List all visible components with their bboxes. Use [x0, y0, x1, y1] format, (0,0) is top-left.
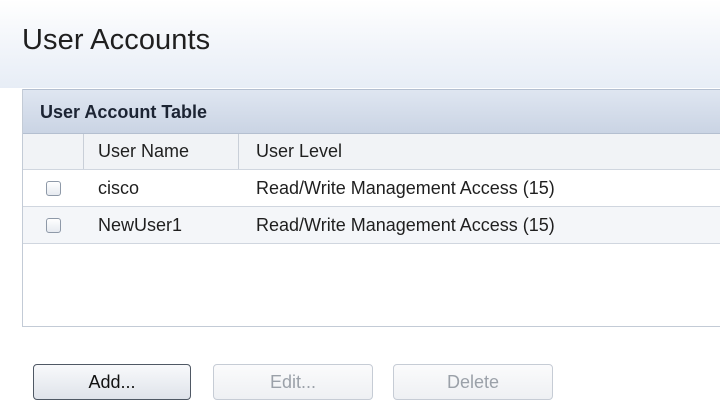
column-header-user-level[interactable]: User Level [256, 134, 342, 169]
user-account-table: User Name User Level cisco Read/Write Ma… [23, 134, 720, 244]
user-name-cell: NewUser1 [98, 214, 183, 235]
table-row[interactable]: NewUser1 Read/Write Management Access (1… [23, 207, 720, 244]
column-divider [83, 134, 84, 169]
table-title: User Account Table [40, 102, 208, 122]
row-select-cell [23, 170, 83, 206]
user-account-table-panel: User Account Table User Name User Level … [22, 89, 720, 400]
table-header-row: User Name User Level [23, 134, 720, 170]
table-toolbar: Add... Edit... Delete [23, 352, 720, 416]
table-row[interactable]: cisco Read/Write Management Access (15) [23, 170, 720, 207]
delete-button[interactable]: Delete [393, 364, 553, 400]
column-header-user-name[interactable]: User Name [98, 134, 189, 169]
column-divider [238, 134, 239, 169]
user-name-cell: cisco [98, 177, 140, 198]
row-checkbox[interactable] [45, 217, 61, 233]
add-button[interactable]: Add... [33, 364, 191, 400]
page-title: User Accounts [22, 24, 211, 56]
page-header: User Accounts [0, 0, 720, 88]
header-select-cell [23, 134, 83, 169]
table-title-bar: User Account Table [23, 89, 720, 134]
user-level-cell: Read/Write Management Access (15) [256, 177, 555, 198]
edit-button[interactable]: Edit... [213, 364, 373, 400]
row-select-cell [23, 207, 83, 243]
row-checkbox[interactable] [45, 180, 61, 196]
user-level-cell: Read/Write Management Access (15) [256, 214, 555, 235]
